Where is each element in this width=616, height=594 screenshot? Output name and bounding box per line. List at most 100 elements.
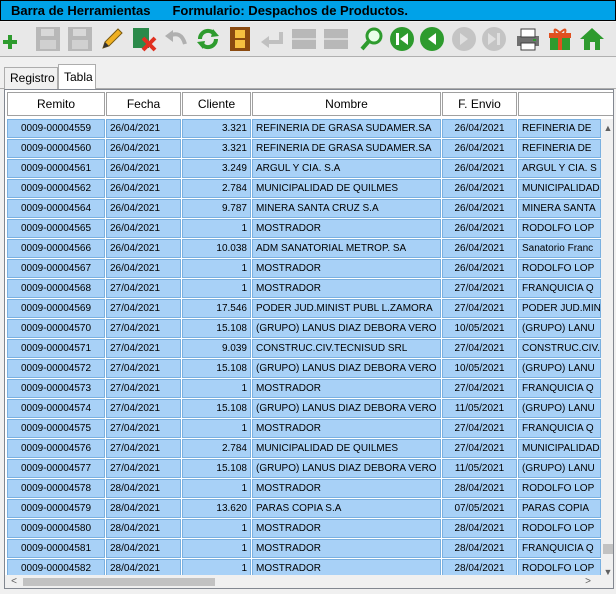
cell-remito[interactable]: 0009-00004581 <box>7 539 105 558</box>
table-row[interactable]: 0009-00004561 26/04/2021 3.249 ARGUL Y CIA.… <box>5 159 601 179</box>
search-button[interactable] <box>358 24 386 54</box>
cell-fecha[interactable]: 27/04/2021 <box>106 279 181 298</box>
refresh-button[interactable] <box>194 24 222 54</box>
cell-fecha[interactable]: 26/04/2021 <box>106 119 181 138</box>
cell-fecha[interactable]: 28/04/2021 <box>106 519 181 538</box>
cell-nombre[interactable]: PODER JUD.MINIST PUBL L.ZAMORA <box>252 299 441 318</box>
cell-cliente[interactable]: 1 <box>182 219 251 238</box>
column-header-f-envio[interactable]: F. Envio <box>442 92 517 116</box>
cell-nombre[interactable]: ADM SANATORIAL METROP. SA <box>252 239 441 258</box>
cell-nombre[interactable]: MOSTRADOR <box>252 479 441 498</box>
cell-nombre[interactable]: (GRUPO) LANUS DIAZ DEBORA VERO <box>252 399 441 418</box>
table-row[interactable]: 0009-00004566 26/04/2021 10.038 ADM SANATOR… <box>5 239 601 259</box>
grid1-button[interactable] <box>290 24 318 54</box>
cell-f-envio[interactable]: 11/05/2021 <box>442 399 517 418</box>
cell-f-envio[interactable]: 26/04/2021 <box>442 239 517 258</box>
cell-fecha[interactable]: 27/04/2021 <box>106 319 181 338</box>
print-button[interactable] <box>514 24 542 54</box>
cell-f-envio[interactable]: 10/05/2021 <box>442 359 517 378</box>
edit-button[interactable] <box>98 24 126 54</box>
cell-remito[interactable]: 0009-00004577 <box>7 459 105 478</box>
cell-extra[interactable]: MUNICIPALIDAD <box>518 439 601 458</box>
cell-nombre[interactable]: MOSTRADOR <box>252 519 441 538</box>
cancel-button[interactable] <box>130 24 158 54</box>
cell-extra[interactable]: REFINERIA DE <box>518 119 601 138</box>
save-as-button[interactable] <box>66 24 94 54</box>
cell-nombre[interactable]: (GRUPO) LANUS DIAZ DEBORA VERO <box>252 359 441 378</box>
cell-cliente[interactable]: 1 <box>182 419 251 438</box>
cell-cliente[interactable]: 13.620 <box>182 499 251 518</box>
cell-extra[interactable]: FRANQUICIA Q <box>518 539 601 558</box>
cell-fecha[interactable]: 28/04/2021 <box>106 499 181 518</box>
cell-cliente[interactable]: 15.108 <box>182 459 251 478</box>
table-row[interactable]: 0009-00004581 28/04/2021 1 MOSTRADOR 28/04/2… <box>5 539 601 559</box>
cell-extra[interactable]: Sanatorio Franc <box>518 239 601 258</box>
table-row[interactable]: 0009-00004572 27/04/2021 15.108 (GRUPO) LAN… <box>5 359 601 379</box>
cell-remito[interactable]: 0009-00004566 <box>7 239 105 258</box>
cell-cliente[interactable]: 10.038 <box>182 239 251 258</box>
table-row[interactable]: 0009-00004568 27/04/2021 1 MOSTRADOR 27/04/2… <box>5 279 601 299</box>
data-grid[interactable]: Remito Fecha Cliente Nombre F. Envio 000… <box>4 89 614 589</box>
cell-remito[interactable]: 0009-00004560 <box>7 139 105 158</box>
cell-nombre[interactable]: REFINERIA DE GRASA SUDAMER.SA <box>252 119 441 138</box>
home-button[interactable] <box>578 24 606 54</box>
next-button[interactable] <box>450 24 478 54</box>
cell-cliente[interactable]: 1 <box>182 279 251 298</box>
column-header-nombre[interactable]: Nombre <box>252 92 441 116</box>
cell-extra[interactable]: FRANQUICIA Q <box>518 379 601 398</box>
table-row[interactable]: 0009-00004562 26/04/2021 2.784 MUNICIPALIDA… <box>5 179 601 199</box>
cell-cliente[interactable]: 3.321 <box>182 119 251 138</box>
cell-remito[interactable]: 0009-00004570 <box>7 319 105 338</box>
table-row[interactable]: 0009-00004569 27/04/2021 17.546 PODER JUD.M… <box>5 299 601 319</box>
cell-extra[interactable]: (GRUPO) LANU <box>518 319 601 338</box>
cell-fecha[interactable]: 26/04/2021 <box>106 139 181 158</box>
cell-cliente[interactable]: 15.108 <box>182 399 251 418</box>
cell-fecha[interactable]: 26/04/2021 <box>106 259 181 278</box>
column-header-remito[interactable]: Remito <box>7 92 105 116</box>
cell-fecha[interactable]: 27/04/2021 <box>106 359 181 378</box>
tab-registro[interactable]: Registro <box>4 67 58 89</box>
cell-f-envio[interactable]: 26/04/2021 <box>442 179 517 198</box>
table-row[interactable]: 0009-00004571 27/04/2021 9.039 CONSTRUC.CIV… <box>5 339 601 359</box>
scroll-up-icon[interactable]: ▲ <box>601 121 613 135</box>
return-button[interactable] <box>258 24 286 54</box>
table-row[interactable]: 0009-00004579 28/04/2021 13.620 PARAS COPIA… <box>5 499 601 519</box>
table-row[interactable]: 0009-00004570 27/04/2021 15.108 (GRUPO) LAN… <box>5 319 601 339</box>
cell-cliente[interactable]: 3.249 <box>182 159 251 178</box>
last-button[interactable] <box>480 24 508 54</box>
cell-f-envio[interactable]: 07/05/2021 <box>442 499 517 518</box>
cell-fecha[interactable]: 28/04/2021 <box>106 479 181 498</box>
first-button[interactable] <box>388 24 416 54</box>
table-row[interactable]: 0009-00004567 26/04/2021 1 MOSTRADOR 26/04/2… <box>5 259 601 279</box>
cell-remito[interactable]: 0009-00004576 <box>7 439 105 458</box>
cell-f-envio[interactable]: 28/04/2021 <box>442 519 517 538</box>
cell-remito[interactable]: 0009-00004573 <box>7 379 105 398</box>
cell-f-envio[interactable]: 26/04/2021 <box>442 259 517 278</box>
undo-button[interactable] <box>162 24 190 54</box>
film-button[interactable] <box>226 24 254 54</box>
cell-extra[interactable]: CONSTRUC.CIV. <box>518 339 601 358</box>
cell-fecha[interactable]: 27/04/2021 <box>106 439 181 458</box>
cell-remito[interactable]: 0009-00004578 <box>7 479 105 498</box>
cell-nombre[interactable]: (GRUPO) LANUS DIAZ DEBORA VERO <box>252 459 441 478</box>
cell-fecha[interactable]: 27/04/2021 <box>106 419 181 438</box>
cell-f-envio[interactable]: 27/04/2021 <box>442 419 517 438</box>
add-button[interactable] <box>0 24 28 54</box>
cell-nombre[interactable]: MOSTRADOR <box>252 539 441 558</box>
cell-remito[interactable]: 0009-00004561 <box>7 159 105 178</box>
column-header-cliente[interactable]: Cliente <box>182 92 251 116</box>
cell-remito[interactable]: 0009-00004580 <box>7 519 105 538</box>
cell-f-envio[interactable]: 11/05/2021 <box>442 459 517 478</box>
scroll-left-icon[interactable]: < <box>7 575 21 588</box>
cell-fecha[interactable]: 26/04/2021 <box>106 159 181 178</box>
cell-f-envio[interactable]: 26/04/2021 <box>442 219 517 238</box>
grid2-button[interactable] <box>322 24 350 54</box>
table-row[interactable]: 0009-00004577 27/04/2021 15.108 (GRUPO) LAN… <box>5 459 601 479</box>
cell-f-envio[interactable]: 10/05/2021 <box>442 319 517 338</box>
cell-extra[interactable]: (GRUPO) LANU <box>518 399 601 418</box>
cell-nombre[interactable]: MUNICIPALIDAD DE QUILMES <box>252 439 441 458</box>
cell-remito[interactable]: 0009-00004568 <box>7 279 105 298</box>
cell-nombre[interactable]: MOSTRADOR <box>252 279 441 298</box>
cell-f-envio[interactable]: 27/04/2021 <box>442 299 517 318</box>
cell-extra[interactable]: MINERA SANTA <box>518 199 601 218</box>
